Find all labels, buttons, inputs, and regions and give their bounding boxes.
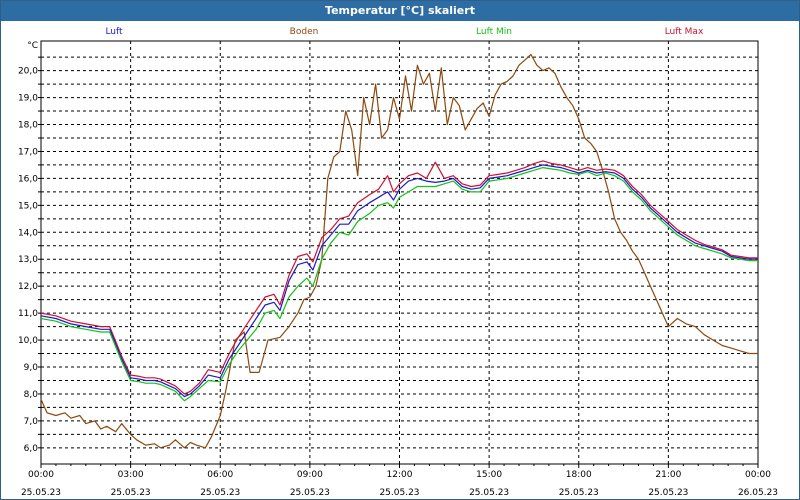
y-tick-label: 8,0 [24,390,39,400]
y-tick-label: 14,0 [18,228,38,238]
y-tick-label: 10,0 [18,336,38,346]
x-tick-time-label: 00:00 [745,470,771,480]
chart-window: Temperatur [°C] skaliert 6,0 7,0 8,0 9,0 10,… [0,0,800,500]
x-tick-date-label: 25.05.23 [469,488,509,498]
y-tick-label: 9,0 [24,363,39,373]
legend-entry-boden: Boden [290,27,319,37]
legend: Luft Boden Luft Min Luft Max [105,27,704,37]
y-tick-label: 16,0 [18,174,38,184]
x-tick-date-label: 26.05.23 [738,488,778,498]
legend-entry-luft: Luft [105,27,123,37]
x-tick-time-label: 15:00 [476,470,502,480]
x-tick-time-label: 00:00 [28,470,54,480]
x-tick-time-label: 21:00 [655,470,681,480]
y-tick-label: 6,0 [24,444,39,454]
x-tick-time-label: 09:00 [297,470,323,480]
y-tick-label: 20,0 [18,67,38,77]
y-tick-label: 13,0 [18,255,38,265]
x-tick-date-label: 25.05.23 [559,488,599,498]
legend-entry-luft-max: Luft Max [665,27,704,37]
y-tick-label: 18,0 [18,121,38,131]
y-tick-label: 7,0 [24,417,39,427]
x-tick-date-label: 25.05.23 [111,488,151,498]
x-tick-time-label: 12:00 [387,470,413,480]
chart-title: Temperatur [°C] skaliert [1,1,799,21]
x-tick-date-label: 25.05.23 [290,488,330,498]
x-tick-date-label: 25.05.23 [648,488,688,498]
x-tick-time-label: 18:00 [566,470,592,480]
x-tick-labels: 00:00 25.05.23 03:00 25.05.23 06:00 25.05.23 0… [21,470,778,498]
x-tick-date-label: 25.05.23 [379,488,419,498]
y-tick-labels: 6,0 7,0 8,0 9,0 10,0 11,0 12,0 13,0 14,0 15,0 16,0… [18,67,38,454]
x-tick-time-label: 06:00 [207,470,233,480]
y-tick-label: 11,0 [18,309,38,319]
grid-lines [40,41,759,464]
y-axis-unit-label: °C [27,41,38,51]
legend-entry-luft-min: Luft Min [476,27,512,37]
y-tick-label: 17,0 [18,147,38,157]
y-tick-label: 19,0 [18,94,38,104]
y-tick-label: 12,0 [18,282,38,292]
x-tick-date-label: 25.05.23 [21,488,61,498]
axes [38,40,759,468]
x-tick-time-label: 03:00 [118,470,144,480]
y-tick-label: 15,0 [18,201,38,211]
line-chart: 6,0 7,0 8,0 9,0 10,0 11,0 12,0 13,0 14,0 15,0 16,0… [18,27,778,498]
x-tick-date-label: 25.05.23 [200,488,240,498]
